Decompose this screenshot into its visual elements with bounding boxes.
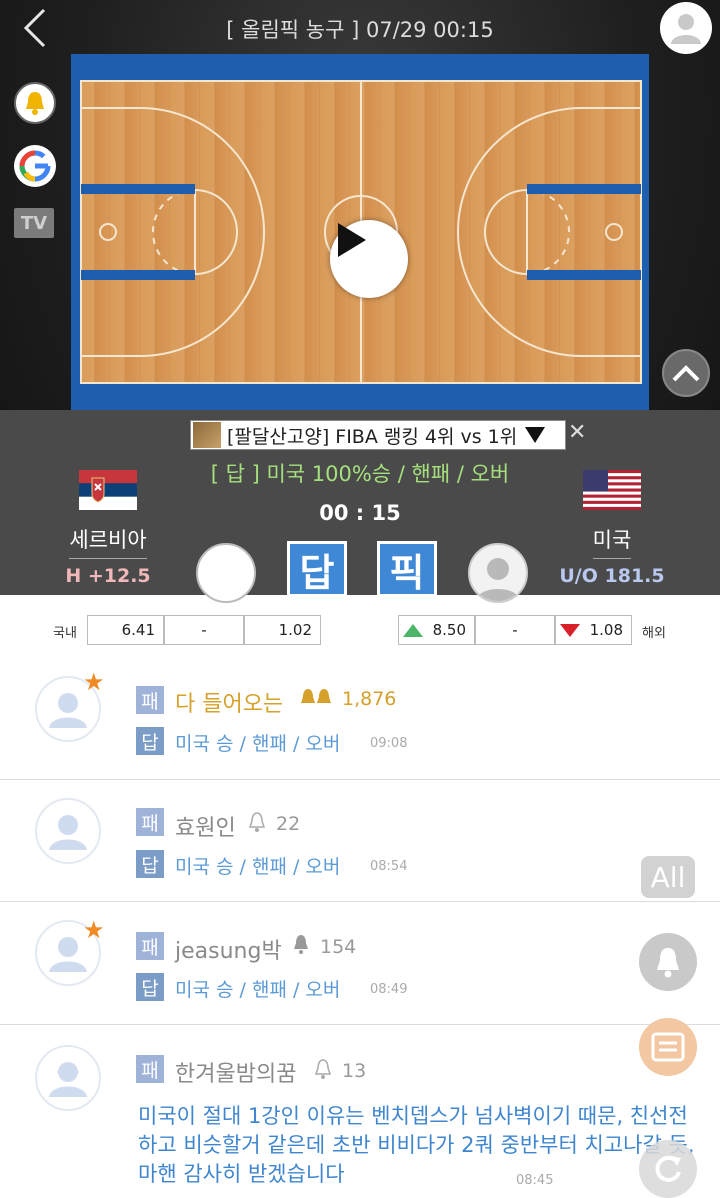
play-button[interactable]	[330, 220, 408, 298]
result-tag: 패	[136, 932, 164, 960]
answer-button[interactable]: 답	[287, 541, 347, 597]
like-count: 22	[276, 813, 301, 835]
banner-text: [팔달산고양] FIBA 랭킹 4위 vs 1위	[227, 425, 518, 448]
pick-slot-button[interactable]	[196, 543, 256, 603]
bell-count-icon	[300, 688, 332, 713]
basketball-court-image	[80, 80, 642, 384]
usa-flag-icon	[583, 470, 641, 510]
tv-icon[interactable]: TV	[14, 208, 54, 238]
user-icon	[671, 14, 701, 44]
bell-icon	[292, 934, 310, 959]
timestamp: 08:45	[516, 1173, 554, 1188]
avatar[interactable]	[35, 1045, 101, 1111]
overseas-odds-label: 해외	[642, 626, 666, 641]
overseas-odds-away-value: 1.08	[589, 621, 623, 639]
star-icon: ★	[83, 668, 105, 696]
result-tag: 패	[136, 808, 164, 836]
match-banner[interactable]: [팔달산고양] FIBA 랭킹 4위 vs 1위	[190, 420, 566, 450]
home-team-name: 세르비아	[69, 524, 147, 559]
list-item[interactable]: ★ 패 다 들어오는 1,876 답 미국 승 / 핸패 / 오버 09:08	[0, 658, 720, 780]
overseas-odds-draw: -	[475, 615, 555, 645]
profile-button[interactable]	[660, 2, 712, 54]
refresh-icon	[655, 1155, 681, 1182]
overseas-odds-home-value: 8.50	[432, 621, 466, 639]
domestic-odds-draw: -	[164, 615, 244, 645]
nickname[interactable]: 효원인	[175, 810, 236, 842]
result-tag: 패	[136, 1055, 164, 1083]
overseas-odds-home: 8.50	[398, 615, 475, 645]
serbia-flag-icon	[79, 470, 137, 510]
domestic-odds-label: 국내	[53, 626, 77, 641]
like-count: 1,876	[342, 688, 397, 710]
pick-text: 미국 승 / 핸패 / 오버	[175, 979, 341, 1001]
timestamp: 08:49	[370, 982, 408, 997]
google-icon[interactable]	[14, 145, 56, 187]
chevron-up-icon	[672, 365, 700, 382]
list-item[interactable]: ★ 패 jeasung박 154 답 미국 승 / 핸패 / 오버 08:49	[0, 902, 720, 1025]
avatar[interactable]	[35, 798, 101, 864]
play-icon	[338, 223, 366, 257]
answer-tag: 답	[136, 727, 164, 755]
away-team: 미국 U/O 181.5	[557, 470, 667, 587]
answer-tag: 답	[136, 973, 164, 1001]
pick-text: 미국 승 / 핸패 / 오버	[175, 733, 341, 755]
down-arrow-icon	[559, 623, 580, 637]
bell-outline-icon	[314, 1059, 332, 1084]
bell-outline-icon	[248, 812, 266, 837]
up-arrow-icon	[402, 623, 423, 637]
filter-all-button[interactable]: All	[641, 856, 695, 898]
away-team-name: 미국	[592, 524, 632, 559]
collapse-video-button[interactable]	[662, 349, 710, 397]
comment-text: 미국이 절대 1강인 이유는 벤치뎁스가 넘사벽이기 때문, 친선전하고 비슷할…	[138, 1104, 695, 1186]
domestic-odds-row: 6.41 - 1.02	[87, 615, 321, 645]
home-team: 세르비아 H +12.5	[53, 470, 163, 587]
dropdown-icon	[525, 427, 546, 443]
domestic-odds-home: 6.41	[87, 615, 164, 645]
pick-text: 미국 승 / 핸패 / 오버	[175, 856, 341, 878]
user-avatar-button[interactable]	[468, 543, 528, 603]
nickname[interactable]: 한겨울밤의꿈	[175, 1056, 296, 1088]
list-view-button[interactable]	[639, 1018, 697, 1076]
timestamp: 08:54	[370, 859, 408, 874]
like-count: 154	[320, 936, 357, 958]
timestamp: 09:08	[370, 736, 408, 751]
person-silhouette-icon	[476, 558, 520, 601]
nickname[interactable]: jeasung박	[175, 933, 282, 965]
overseas-odds-row: 8.50 - 1.08	[398, 615, 632, 645]
like-count: 13	[342, 1060, 367, 1082]
list-item[interactable]: 패 한겨울밤의꿈 13 미국이 절대 1강인 이유는 벤치뎁스가 넘사벽이기 때…	[0, 1025, 720, 1198]
pick-button[interactable]: 픽	[377, 541, 437, 597]
page-title: [ 올림픽 농구 ] 07/29 00:15	[226, 18, 494, 42]
bell-icon	[657, 948, 679, 978]
notification-button[interactable]	[639, 933, 697, 991]
list-icon	[651, 1032, 685, 1062]
close-icon[interactable]: ✕	[568, 420, 586, 445]
refresh-button[interactable]	[639, 1140, 697, 1198]
domestic-odds-away: 1.02	[244, 615, 321, 645]
answer-tag: 답	[136, 850, 164, 878]
result-tag: 패	[136, 686, 164, 714]
home-team-line: H +12.5	[65, 565, 151, 587]
list-item[interactable]: 패 효원인 22 답 미국 승 / 핸패 / 오버 08:54	[0, 780, 720, 902]
nickname[interactable]: 다 들어오는	[175, 686, 283, 718]
tipster-thumbnail	[193, 422, 221, 448]
bell-icon[interactable]	[14, 82, 56, 124]
away-team-line: U/O 181.5	[559, 565, 665, 587]
star-icon: ★	[83, 916, 105, 944]
overseas-odds-away: 1.08	[555, 615, 632, 645]
video-player[interactable]	[71, 54, 649, 410]
